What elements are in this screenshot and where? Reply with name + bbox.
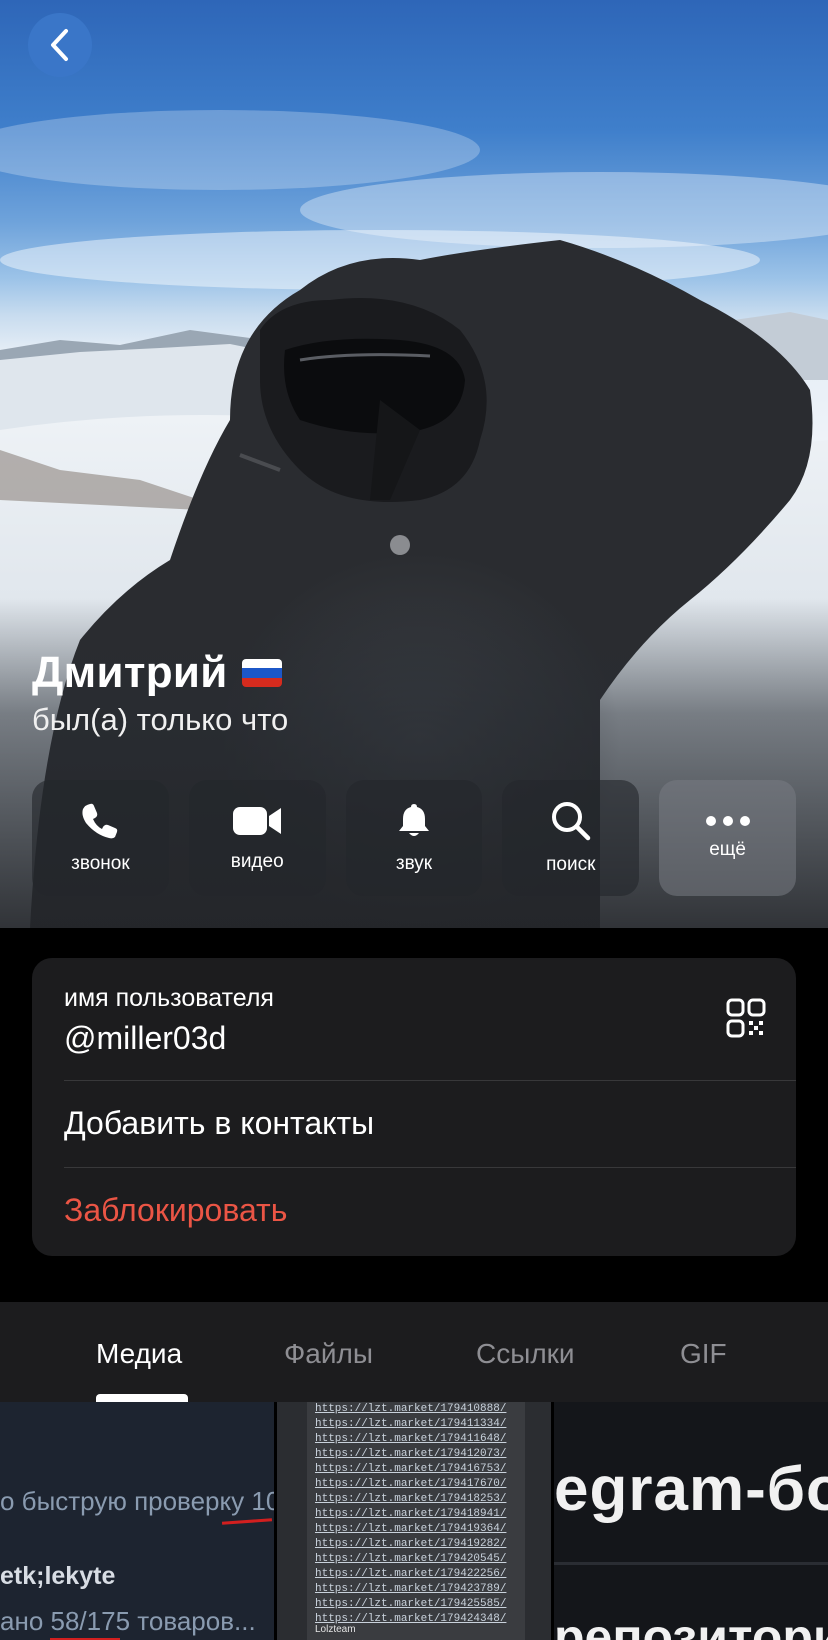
list-item: https://lzt.market/179418941/	[315, 1508, 507, 1520]
list-item: https://lzt.market/179418253/	[315, 1493, 507, 1505]
thumbnail-text: egram-бо	[554, 1455, 828, 1524]
video-label: видео	[230, 851, 284, 872]
thumbnail-text: etk;lekyte	[0, 1562, 116, 1590]
call-button[interactable]: звонок	[32, 780, 169, 896]
divider	[64, 1167, 796, 1168]
list-item: https://lzt.market/179420545/	[315, 1553, 507, 1565]
video-button[interactable]: видео	[188, 780, 326, 896]
list-item: https://lzt.market/179423789/	[315, 1583, 507, 1595]
divider	[64, 1080, 796, 1081]
info-card: имя пользователя @miller03d Добавить в к…	[32, 958, 796, 1256]
tab-media[interactable]: Медиа	[96, 1338, 182, 1370]
add-contact-button[interactable]: Добавить в контакты	[64, 1105, 374, 1142]
thumbnail-text: о быструю проверку 10	[0, 1486, 274, 1516]
call-label: звонок	[71, 853, 130, 874]
profile-name: Дмитрий	[32, 648, 228, 697]
last-seen-status: был(а) только что	[32, 702, 289, 737]
list-item: https://lzt.market/179425585/	[315, 1598, 507, 1610]
block-user-button[interactable]: Заблокировать	[64, 1192, 287, 1229]
media-thumbnail[interactable]: о быструю проверку 10 etk;lekyte ано 58/…	[0, 1402, 274, 1640]
russia-flag-icon	[241, 659, 282, 687]
list-item: https://lzt.market/179411648/	[315, 1433, 507, 1445]
phone-icon	[82, 803, 118, 839]
tab-files[interactable]: Файлы	[284, 1338, 373, 1370]
ellipsis-icon	[705, 816, 750, 826]
bell-icon	[398, 804, 429, 836]
media-thumbnail[interactable]: egram-бо репозитори	[554, 1402, 828, 1640]
list-item: https://lzt.market/179411334/	[315, 1418, 507, 1430]
profile-header: Дмитрий был(а) только что звонок видео з…	[0, 0, 828, 928]
media-grid: о быструю проверку 10 etk;lekyte ано 58/…	[0, 1402, 828, 1640]
divider	[554, 1562, 828, 1565]
chevron-left-icon	[51, 29, 68, 61]
list-item: https://lzt.market/179417670/	[315, 1478, 507, 1490]
profile-name-row: Дмитрий	[32, 648, 282, 698]
tab-gif[interactable]: GIF	[680, 1338, 727, 1370]
action-buttons: звонок видео звук поиск ещё	[32, 780, 796, 896]
tab-links[interactable]: Ссылки	[476, 1338, 575, 1370]
media-tabs: Медиа Файлы Ссылки GIF	[0, 1302, 828, 1402]
qr-code-icon	[726, 998, 766, 1038]
more-label: ещё	[709, 839, 746, 860]
list-item: https://lzt.market/179419282/	[315, 1538, 507, 1550]
list-item: https://lzt.market/179422256/	[315, 1568, 507, 1580]
link-list: https://lzt.market/179410888/ https://lz…	[315, 1402, 515, 1627]
username-label: имя пользователя	[64, 984, 274, 1012]
back-button[interactable]	[28, 13, 92, 77]
red-underline	[221, 1518, 273, 1525]
search-button[interactable]: поиск	[502, 780, 640, 896]
sound-button[interactable]: звук	[345, 780, 483, 896]
search-label: поиск	[546, 854, 596, 875]
thumbnail-footer: Lolzteam	[315, 1624, 356, 1635]
list-item: https://lzt.market/179419364/	[315, 1523, 507, 1535]
more-button[interactable]: ещё	[659, 780, 796, 896]
media-thumbnail[interactable]: https://lzt.market/179410888/ https://lz…	[277, 1402, 551, 1640]
thumbnail-text: ано 58/175 товаров...	[0, 1606, 256, 1636]
list-item: https://lzt.market/179410888/	[315, 1403, 507, 1415]
thumbnail-text: репозитори	[554, 1609, 828, 1640]
qr-code-button[interactable]	[726, 998, 766, 1043]
list-item: https://lzt.market/179416753/	[315, 1463, 507, 1475]
username-value[interactable]: @miller03d	[64, 1020, 226, 1057]
list-item: https://lzt.market/179412073/	[315, 1448, 507, 1460]
video-camera-icon	[233, 807, 282, 835]
search-icon	[551, 802, 591, 841]
active-tab-indicator	[96, 1394, 188, 1402]
sound-label: звук	[395, 853, 433, 874]
